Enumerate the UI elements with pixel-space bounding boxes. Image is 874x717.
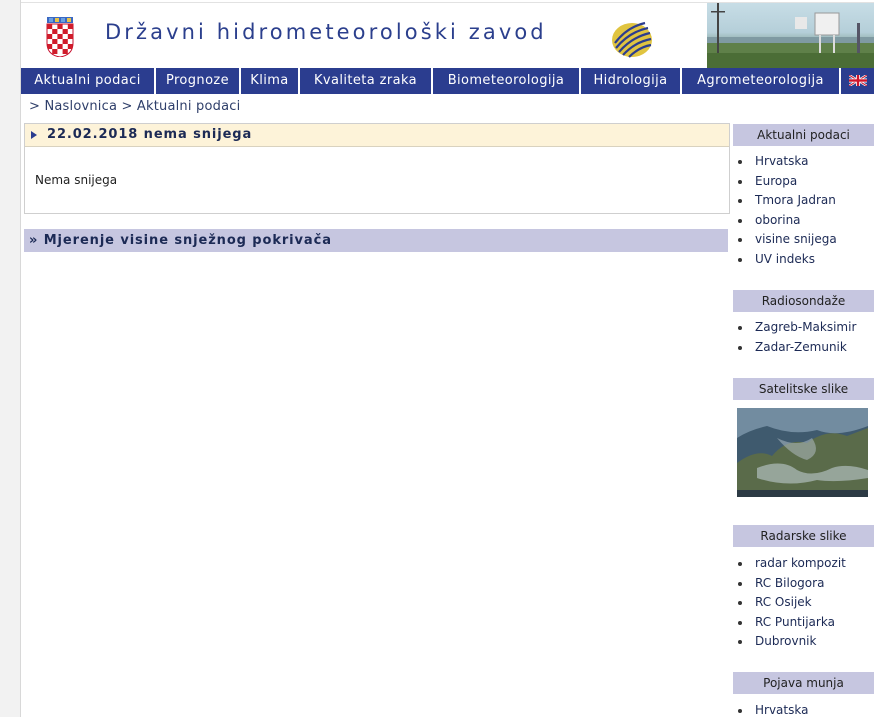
sidebar-link-hrvatska[interactable]: Hrvatska xyxy=(735,152,837,172)
sidebar-list-radiosondaze: Zagreb-Maksimir Zadar-Zemunik xyxy=(735,318,856,357)
sidebar-heading-aktualni-podaci: Aktualni podaci xyxy=(733,124,874,146)
sidebar-heading-satelitske-slike: Satelitske slike xyxy=(733,378,874,400)
nav-item-biometeorologija[interactable]: Biometeorologija xyxy=(433,68,581,94)
triangle-right-icon xyxy=(31,131,37,139)
english-language-link[interactable] xyxy=(841,68,874,94)
breadcrumb: > Naslovnica > Aktualni podaci xyxy=(29,99,240,114)
nav-item-aktualni-podaci[interactable]: Aktualni podaci xyxy=(21,68,156,94)
nav-item-agrometeorologija[interactable]: Agrometeorologija xyxy=(682,68,841,94)
sidebar-link-europa[interactable]: Europa xyxy=(735,172,837,192)
article-header: 22.02.2018 nema snijega xyxy=(25,124,729,147)
sidebar-link-tmora-jadran[interactable]: Tmora Jadran xyxy=(735,191,837,211)
sidebar-link-radar-kompozit[interactable]: radar kompozit xyxy=(735,554,846,574)
uk-flag-icon xyxy=(849,75,867,86)
article-title: 22.02.2018 nema snijega xyxy=(47,127,253,142)
breadcrumb-link-aktualni-podaci[interactable]: Aktualni podaci xyxy=(137,99,241,114)
weather-station-photo xyxy=(707,3,874,68)
sidebar-link-rc-puntijarka[interactable]: RC Puntijarka xyxy=(735,613,846,633)
sidebar-link-visine-snijega[interactable]: visine snijega xyxy=(735,230,837,250)
sidebar-heading-radiosondaze: Radiosondaže xyxy=(733,290,874,312)
sidebar-link-uv-indeks[interactable]: UV indeks xyxy=(735,250,837,270)
main-navigation: Aktualni podaci Prognoze Klima Kvaliteta… xyxy=(21,68,874,94)
breadcrumb-separator: > xyxy=(117,99,137,114)
sidebar-heading-radarske-slike: Radarske slike xyxy=(733,525,874,547)
sidebar-link-oborina[interactable]: oborina xyxy=(735,211,837,231)
nav-item-kvaliteta-zraka[interactable]: Kvaliteta zraka xyxy=(300,68,433,94)
sidebar-link-munje-hrvatska[interactable]: Hrvatska xyxy=(735,701,808,717)
nav-item-prognoze[interactable]: Prognoze xyxy=(156,68,241,94)
sidebar-link-zagreb-maksimir[interactable]: Zagreb-Maksimir xyxy=(735,318,856,338)
sidebar-heading-pojava-munja: Pojava munja xyxy=(733,672,874,694)
page: Državni hidrometeorološki zavod Aktualni… xyxy=(20,0,874,717)
site-title: Državni hidrometeorološki zavod xyxy=(105,20,547,44)
satellite-image-thumbnail[interactable] xyxy=(737,408,868,497)
article-box: 22.02.2018 nema snijega Nema snijega xyxy=(24,123,730,214)
sidebar-list-pojava-munja: Hrvatska xyxy=(735,701,808,717)
sidebar-link-rc-osijek[interactable]: RC Osijek xyxy=(735,593,846,613)
sidebar-link-zadar-zemunik[interactable]: Zadar-Zemunik xyxy=(735,338,856,358)
sidebar-list-aktualni-podaci: Hrvatska Europa Tmora Jadran oborina vis… xyxy=(735,152,837,269)
sidebar-link-rc-bilogora[interactable]: RC Bilogora xyxy=(735,574,846,594)
subsection-title: » Mjerenje visine snježnog pokrivača xyxy=(29,233,332,248)
nav-item-klima[interactable]: Klima xyxy=(241,68,300,94)
breadcrumb-link-naslovnica[interactable]: Naslovnica xyxy=(44,99,117,114)
snow-measurement-section-link[interactable]: » Mjerenje visine snježnog pokrivača xyxy=(24,229,728,252)
breadcrumb-separator: > xyxy=(29,99,45,114)
croatian-coat-of-arms-icon xyxy=(46,17,74,57)
sidebar-link-dubrovnik[interactable]: Dubrovnik xyxy=(735,632,846,652)
nav-item-hidrologija[interactable]: Hidrologija xyxy=(581,68,682,94)
article-body: Nema snijega xyxy=(35,173,118,187)
header-banner: Državni hidrometeorološki zavod xyxy=(21,2,874,69)
sidebar-list-radarske-slike: radar kompozit RC Bilogora RC Osijek RC … xyxy=(735,554,846,652)
dhmz-logo-icon xyxy=(612,21,652,58)
